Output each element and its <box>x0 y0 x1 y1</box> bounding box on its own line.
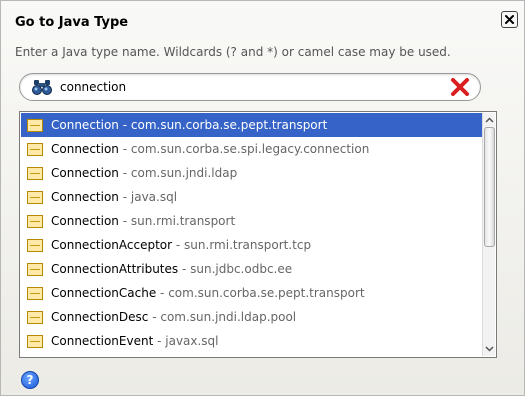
type-name: ConnectionAttributes <box>51 262 179 276</box>
type-name: ConnectionAcceptor <box>51 238 173 252</box>
class-type-icon <box>27 310 43 324</box>
package-name: sun.rmi.transport <box>130 214 236 228</box>
package-name: com.sun.jndi.ldap <box>130 166 238 180</box>
package-name: com.sun.jndi.ldap.pool <box>160 310 297 324</box>
package-name: com.sun.corba.se.spi.legacy.connection <box>130 142 370 156</box>
results-list[interactable]: Connection - com.sun.corba.se.pept.trans… <box>19 111 497 358</box>
class-type-icon <box>27 142 43 156</box>
type-name: Connection <box>51 214 119 228</box>
separator: - <box>153 334 166 348</box>
package-name: javax.sql <box>165 334 219 348</box>
type-name: Connection <box>51 142 119 156</box>
result-row[interactable]: ConnectionDesc - com.sun.jndi.ldap.pool <box>21 305 483 329</box>
scrollbar-thumb[interactable] <box>484 127 495 247</box>
results-rows: Connection - com.sun.corba.se.pept.trans… <box>21 113 483 353</box>
type-name: ConnectionDesc <box>51 310 149 324</box>
separator: - <box>148 310 161 324</box>
separator: - <box>178 262 191 276</box>
clear-search-icon[interactable] <box>450 78 470 96</box>
help-button[interactable]: ? <box>21 371 39 389</box>
result-row[interactable]: ConnectionAcceptor - sun.rmi.transport.t… <box>21 233 483 257</box>
package-name: com.sun.corba.se.pept.transport <box>168 286 365 300</box>
go-to-java-type-dialog: Go to Java Type Enter a Java type name. … <box>0 0 525 396</box>
result-row[interactable]: Connection - com.sun.corba.se.spi.legacy… <box>21 137 483 161</box>
result-row[interactable]: Connection - java.sql <box>21 185 483 209</box>
separator: - <box>118 214 131 228</box>
class-type-icon <box>27 262 43 276</box>
search-input[interactable] <box>60 78 420 96</box>
class-type-icon <box>27 118 43 132</box>
scroll-down-button[interactable] <box>483 343 495 355</box>
binoculars-icon <box>32 80 52 95</box>
chevron-down-icon <box>484 346 494 352</box>
scroll-up-button[interactable] <box>483 114 495 126</box>
class-type-icon <box>27 238 43 252</box>
result-row[interactable]: Connection - sun.rmi.transport <box>21 209 483 233</box>
class-type-icon <box>27 286 43 300</box>
close-button[interactable] <box>501 11 518 28</box>
separator: - <box>118 142 131 156</box>
result-row[interactable]: Connection - com.sun.jndi.ldap <box>21 161 483 185</box>
package-name: com.sun.corba.se.pept.transport <box>130 118 328 132</box>
dialog-title: Go to Java Type <box>15 15 129 30</box>
separator: - <box>118 190 131 204</box>
type-name: ConnectionCache <box>51 286 157 300</box>
dialog-instructions: Enter a Java type name. Wildcards (? and… <box>15 45 451 59</box>
help-icon: ? <box>26 373 34 387</box>
separator: - <box>156 286 169 300</box>
type-name: Connection <box>51 166 119 180</box>
class-type-icon <box>27 214 43 228</box>
separator: - <box>118 118 131 132</box>
class-type-icon <box>27 190 43 204</box>
close-icon <box>505 15 514 24</box>
separator: - <box>118 166 131 180</box>
package-name: java.sql <box>130 190 178 204</box>
search-box[interactable] <box>19 73 481 101</box>
package-name: sun.jdbc.odbc.ee <box>190 262 293 276</box>
chevron-up-icon <box>484 117 494 123</box>
vertical-scrollbar[interactable] <box>482 113 495 356</box>
class-type-icon <box>27 166 43 180</box>
result-row[interactable]: ConnectionAttributes - sun.jdbc.odbc.ee <box>21 257 483 281</box>
result-row[interactable]: ConnectionEvent - javax.sql <box>21 329 483 353</box>
type-name: Connection <box>51 118 119 132</box>
result-row[interactable]: Connection - com.sun.corba.se.pept.trans… <box>21 113 483 137</box>
result-row[interactable]: ConnectionCache - com.sun.corba.se.pept.… <box>21 281 483 305</box>
class-type-icon <box>27 334 43 348</box>
type-name: Connection <box>51 190 119 204</box>
type-name: ConnectionEvent <box>51 334 154 348</box>
package-name: sun.rmi.transport.tcp <box>184 238 312 252</box>
separator: - <box>172 238 185 252</box>
